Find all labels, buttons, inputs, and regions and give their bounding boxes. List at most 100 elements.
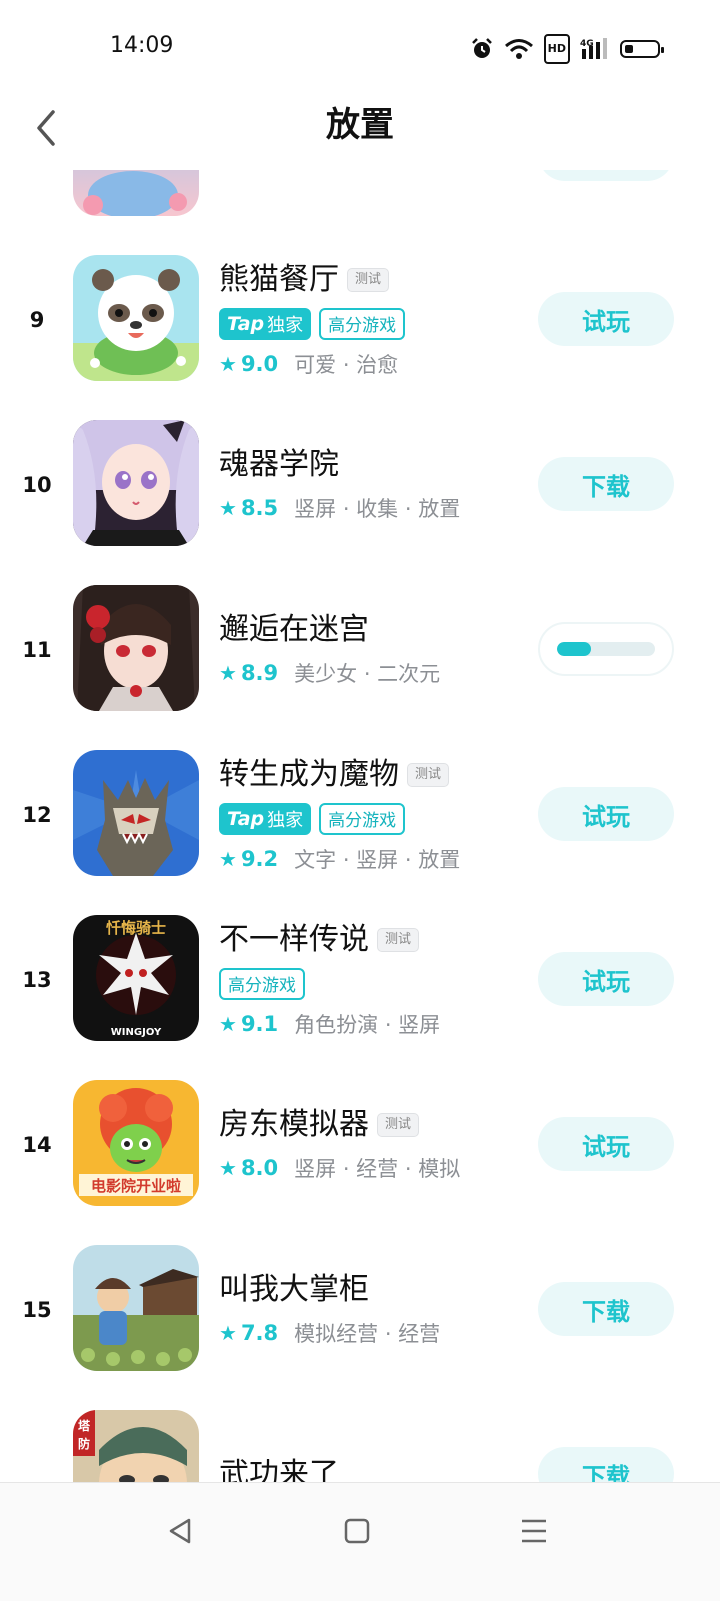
meta-line: ★ 8.0 竖屏 · 经营 · 模拟 (219, 1153, 460, 1183)
svg-text:忏悔骑士: 忏悔骑士 (106, 919, 166, 937)
app-row[interactable]: 14 电影院开业啦 房东模拟器 测试 ★ 8.0 竖屏 · 经营 · 模拟 试玩 (0, 1062, 720, 1227)
meta-line: ★ 9.1 角色扮演 · 竖屏 (219, 1009, 440, 1039)
app-name-line: 熊猫餐厅 测试 (219, 261, 405, 299)
app-name[interactable]: 熊猫餐厅 (219, 261, 339, 299)
download-button[interactable]: 下载 (538, 1447, 674, 1482)
badge-line: 高分游戏 (219, 967, 440, 1000)
app-row[interactable]: 13 忏悔骑士 WINGJOY 不一样传说 测试高分游戏 ★ 9.1 角色扮演 · 竖屏 试玩 (0, 897, 720, 1062)
app-name-line: 房东模拟器 测试 (219, 1106, 460, 1144)
try-button[interactable]: 试玩 (538, 952, 674, 1006)
meta-line: ★ 9.0 可爱 · 治愈 (219, 349, 405, 379)
alarm-icon (470, 36, 494, 62)
status-icons: HD 4G (470, 34, 664, 64)
battery-icon (620, 36, 664, 62)
hd-icon: HD (543, 34, 570, 64)
star-icon: ★ (219, 846, 237, 871)
tap-exclusive-badge: Tap 独家 (219, 802, 312, 835)
meta-line: ★ 8.5 竖屏 · 收集 · 放置 (219, 493, 460, 523)
app-row[interactable]: 9 熊猫餐厅 测试 Tap 独家 高分游戏 ★ 9.0 可爱 · 治愈 试玩 (0, 237, 720, 402)
rank-number (18, 170, 56, 237)
app-info: 房东模拟器 测试 ★ 8.0 竖屏 · 经营 · 模拟 (219, 1062, 460, 1227)
genre-tags: 可爱 · 治愈 (294, 352, 399, 377)
ranking-list[interactable]: ★8.7竖屏 · 卡牌 · 二次元9熊猫餐厅测试Tap独家高分游戏★9.0可爱 … (0, 170, 720, 1482)
app-row[interactable]: 15 叫我大掌柜 ★ 7.8 模拟经营 · 经营 下载 (0, 1227, 720, 1392)
app-info: 武功来了 (219, 1392, 339, 1483)
triangle-back-icon (169, 1518, 191, 1544)
tap-exclusive-badge: Tap 独家 (219, 307, 312, 340)
app-row[interactable]: 塔防武功来了 下载 (0, 1392, 720, 1482)
app-icon[interactable] (73, 1245, 199, 1371)
app-info: 熊猫餐厅 测试 Tap 独家 高分游戏 ★ 9.0 可爱 · 治愈 (219, 237, 406, 402)
nav-menu-button[interactable] (514, 1511, 554, 1551)
rank-number: 14 (22, 1132, 52, 1157)
svg-text:塔: 塔 (78, 1418, 91, 1433)
rank-number: 10 (22, 472, 52, 497)
app-icon[interactable] (73, 585, 199, 711)
app-icon[interactable] (73, 420, 199, 546)
app-name[interactable]: 武功来了 (219, 1456, 339, 1483)
tap-exclusive-label: 独家 (267, 809, 304, 831)
rank-number: 12 (22, 802, 52, 827)
app-name[interactable]: 叫我大掌柜 (219, 1271, 369, 1309)
app-icon[interactable] (73, 170, 199, 216)
chevron-left-icon (37, 110, 55, 146)
app-icon[interactable] (73, 255, 199, 381)
rank-number: 11 (22, 637, 52, 662)
download-progress-button[interactable] (538, 622, 674, 676)
genre-tags: 模拟经营 · 经营 (294, 1322, 441, 1346)
nav-home-button[interactable] (337, 1511, 377, 1551)
genre-tags: 文字 · 竖屏 · 放置 (294, 847, 461, 872)
rating-score: 8.9 (240, 661, 279, 685)
app-row[interactable]: 10 魂器学院 ★ 8.5 竖屏 · 收集 · 放置 下载 (0, 402, 720, 567)
star-icon: ★ (219, 351, 237, 376)
svg-text:电影院开业啦: 电影院开业啦 (91, 1177, 181, 1195)
app-name-line: 武功来了 (219, 1456, 339, 1483)
app-icon[interactable]: 电影院开业啦 (73, 1080, 199, 1206)
app-name[interactable]: 邂逅在迷宫 (219, 611, 369, 649)
app-row[interactable]: ★8.7竖屏 · 卡牌 · 二次元 (0, 170, 720, 237)
app-name-line: 叫我大掌柜 (219, 1271, 440, 1309)
high-score-badge: 高分游戏 (319, 802, 406, 835)
app-name[interactable]: 魂器学院 (219, 446, 339, 484)
test-badge: 测试 (377, 927, 420, 952)
rank-number (18, 1392, 56, 1482)
app-name-line: 魂器学院 (219, 446, 460, 484)
status-time: 14:09 (110, 33, 174, 58)
genre-tags: 竖屏 · 经营 · 模拟 (294, 1157, 461, 1181)
test-badge: 测试 (407, 762, 450, 787)
header: 放置 (0, 95, 720, 170)
status-bar: 14:09 HD 4G (0, 0, 720, 95)
menu-lines-icon (522, 1519, 546, 1543)
rating-score: 8.0 (240, 1156, 279, 1180)
page-title: 放置 (326, 105, 394, 145)
app-name[interactable]: 不一样传说 (219, 921, 369, 959)
download-button[interactable] (538, 170, 674, 181)
app-row[interactable]: 12 转生成为魔物 测试 Tap 独家 高分游戏 ★ 9.2 文字 · 竖屏 · 放置 试玩 (0, 732, 720, 897)
download-button[interactable]: 下载 (538, 457, 674, 511)
back-button[interactable] (25, 103, 65, 153)
download-button[interactable]: 下载 (538, 1282, 674, 1336)
app-name[interactable]: 转生成为魔物 (219, 756, 399, 794)
genre-tags: 角色扮演 · 竖屏 (294, 1012, 441, 1037)
svg-text:防: 防 (78, 1436, 90, 1451)
app-icon[interactable]: 忏悔骑士 WINGJOY (73, 915, 199, 1041)
high-score-badge: 高分游戏 (219, 967, 305, 1000)
nav-back-button[interactable] (160, 1511, 200, 1551)
app-icon[interactable] (73, 750, 199, 876)
meta-line: ★ 7.8 模拟经营 · 经营 (219, 1318, 440, 1348)
progress-fill (557, 642, 592, 656)
app-info: 转生成为魔物 测试 Tap 独家 高分游戏 ★ 9.2 文字 · 竖屏 · 放置 (219, 732, 460, 897)
rating-score: 9.2 (240, 846, 279, 871)
rank-number: 9 (29, 307, 45, 332)
app-info: ★8.7竖屏 · 卡牌 · 二次元 (219, 170, 481, 237)
app-name[interactable]: 房东模拟器 (219, 1106, 369, 1144)
svg-text:WINGJOY: WINGJOY (111, 1027, 162, 1038)
rank-number: 13 (22, 967, 52, 992)
try-button[interactable]: 试玩 (538, 1117, 674, 1171)
app-icon[interactable]: 塔防 (73, 1410, 199, 1482)
try-button[interactable]: 试玩 (538, 292, 674, 346)
app-name-line: 邂逅在迷宫 (219, 611, 440, 649)
try-button[interactable]: 试玩 (538, 787, 674, 841)
app-row[interactable]: 11 邂逅在迷宫 ★ 8.9 美少女 · 二次元 (0, 567, 720, 732)
star-icon: ★ (219, 1011, 237, 1036)
